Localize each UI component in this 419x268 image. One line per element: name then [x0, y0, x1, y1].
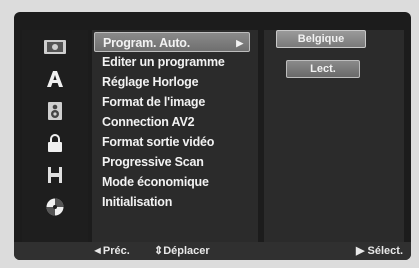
- country-option-button[interactable]: Belgique: [276, 30, 366, 48]
- menu-item-mode-economique[interactable]: Mode économique: [92, 172, 258, 192]
- previous-hint: ◄Préc.: [92, 245, 130, 257]
- menu-item-initialisation[interactable]: Initialisation: [92, 192, 258, 212]
- category-icon-column: [22, 30, 88, 245]
- screen-frame: Program. Auto. ▶ Editer un programme Rég…: [0, 0, 419, 268]
- menu-item-format-image[interactable]: Format de l'image: [92, 92, 258, 112]
- menu-item-progressive-scan[interactable]: Progressive Scan: [92, 152, 258, 172]
- menu-item-format-sortie-video[interactable]: Format sortie vidéo: [92, 132, 258, 152]
- menu-item-editer-programme[interactable]: Editer un programme: [92, 52, 258, 72]
- select-hint: ▶ Sélect.: [356, 245, 403, 257]
- letter-a-icon[interactable]: [22, 68, 88, 90]
- chevron-right-icon: ▶: [236, 38, 243, 48]
- help-bar: ◄Préc. ⇕Déplacer ▶ Sélect.: [14, 242, 411, 260]
- move-hint: ⇕Déplacer: [154, 245, 210, 257]
- disc-circle-icon[interactable]: [22, 196, 88, 218]
- menu-item-reglage-horloge[interactable]: Réglage Horloge: [92, 72, 258, 92]
- menu-item-connection-av2[interactable]: Connection AV2: [92, 112, 258, 132]
- play-option-button[interactable]: Lect.: [286, 60, 360, 78]
- setup-menu-screen: Program. Auto. ▶ Editer un programme Rég…: [14, 12, 411, 260]
- menu-item-label: Program. Auto.: [103, 36, 191, 50]
- menu-item-program-auto[interactable]: Program. Auto. ▶: [94, 32, 250, 52]
- disc-icon[interactable]: [22, 36, 88, 58]
- padlock-icon[interactable]: [22, 132, 88, 154]
- film-icon[interactable]: [22, 164, 88, 186]
- options-panel: Belgique Lect.: [264, 30, 404, 245]
- speaker-icon[interactable]: [22, 100, 88, 122]
- settings-menu: Program. Auto. ▶ Editer un programme Rég…: [92, 30, 258, 245]
